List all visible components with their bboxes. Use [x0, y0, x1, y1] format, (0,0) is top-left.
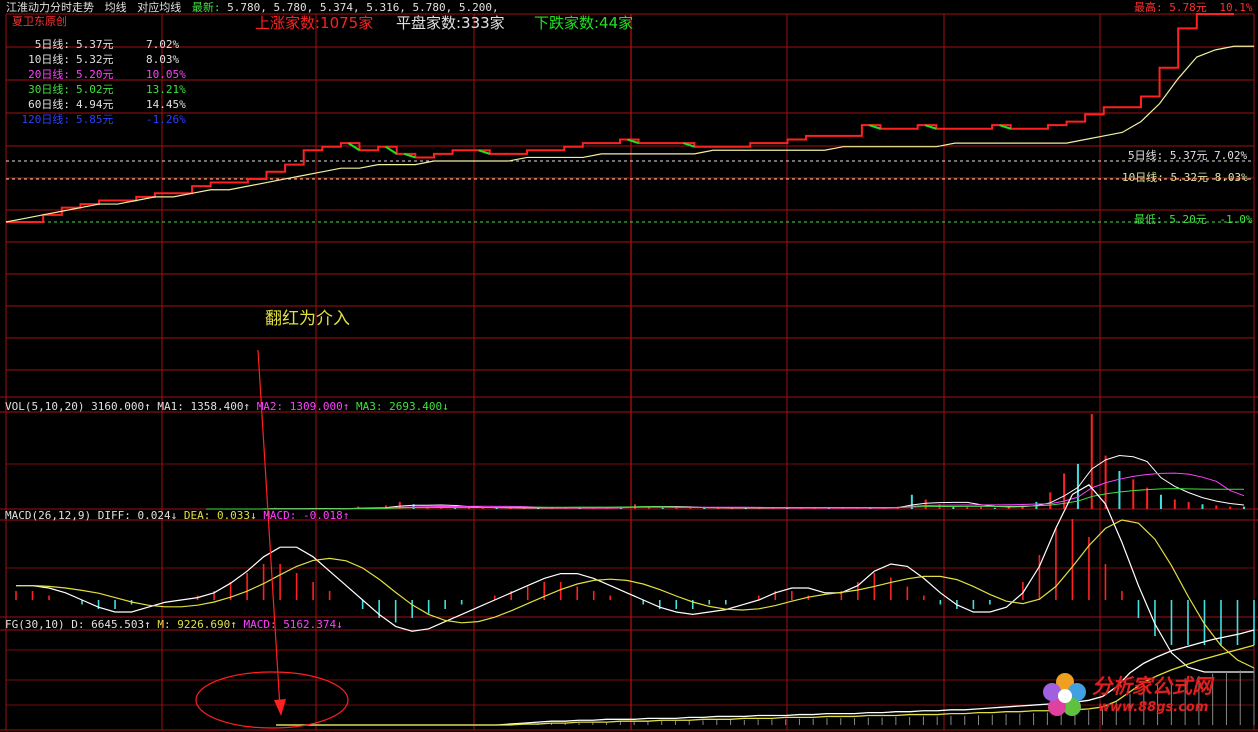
ma-row-price: 4.94元: [76, 98, 114, 111]
high-pct: 10.1%: [1219, 1, 1253, 14]
ma-row-price: 5.32元: [76, 53, 114, 66]
ma-row-label: 5日线:: [34, 38, 70, 51]
price-down-segment: [385, 145, 398, 155]
fg-macd: MACD: 5162.374↓: [243, 618, 343, 631]
price-down-segment: [347, 142, 361, 152]
advancers-count: 上涨家数:1075家: [255, 14, 374, 32]
price-panel: [5, 13, 1254, 223]
ma-row: 120日线: 5.85元 -1.26%: [8, 113, 186, 127]
chart-title: 江淮动力分时走势: [6, 1, 94, 14]
vol-ma2: MA2: 1309.000↑: [256, 400, 350, 413]
ma-row-label: 30日线:: [28, 83, 70, 96]
macd-diff: DIFF: 0.024↓: [97, 509, 178, 522]
decliners-count: 下跌家数:44家: [534, 14, 634, 32]
latest-label: 最新:: [191, 1, 221, 14]
flower-logo-icon: [1043, 673, 1086, 716]
ma5-value: 5.37元: [1169, 149, 1208, 162]
arrow-head-icon: [274, 699, 286, 716]
ma-row-pct: 10.05%: [146, 68, 186, 81]
ma5-label: 5日线:: [1128, 149, 1164, 162]
volume-ma-line: [206, 455, 1245, 510]
ma-row: 10日线: 5.32元 8.03%: [8, 53, 179, 67]
high-label: 最高:: [1134, 1, 1163, 14]
macd-value: MACD: -0.018↑: [263, 509, 350, 522]
fg-header: FG(30,10) D: 6645.503↑ M: 9226.690↑ MACD…: [5, 618, 343, 632]
latest-values: 5.780, 5.780, 5.374, 5.316, 5.780, 5.200…: [227, 1, 499, 14]
vol-value: 3160.000↑: [91, 400, 151, 413]
ma5-readout: 5日线: 5.37元 7.02%: [1128, 149, 1247, 163]
annotation-text: 翻红为介入: [265, 309, 350, 329]
header-bar: 江淮动力分时走势 均线 对应均线 最新: 5.780, 5.780, 5.374…: [6, 1, 499, 15]
low-pct: -1.0%: [1219, 213, 1253, 226]
ma-row: 5日线: 5.37元 7.02%: [8, 38, 179, 52]
ma-row-label: 20日线:: [28, 68, 70, 81]
ma-row-price: 5.02元: [76, 83, 114, 96]
macd-header: MACD(26,12,9) DIFF: 0.024↓ DEA: 0.033↓ M…: [5, 509, 349, 523]
volume-ma-line: [206, 488, 1244, 510]
flat-count: 平盘家数:333家: [396, 14, 505, 32]
ma-row-label: 60日线:: [28, 98, 70, 111]
vol-ma3: MA3: 2693.400↓: [356, 400, 449, 413]
tab-ma[interactable]: 均线: [105, 1, 127, 14]
watermark: 分析家公式网 www.88gs.com: [1040, 666, 1250, 726]
ma-row-pct: 14.45%: [146, 98, 186, 111]
ma-row-pct: 7.02%: [146, 38, 180, 51]
ma10-label: 10日线:: [1122, 171, 1164, 184]
macd-line: [16, 519, 1255, 669]
macd-dea: DEA: 0.033↓: [183, 509, 257, 522]
source-label: 夏卫东原创: [12, 15, 67, 28]
ma-row: 60日线: 4.94元 14.45%: [8, 98, 186, 112]
ma-row-pct: 8.03%: [146, 53, 180, 66]
macd-name: MACD(26,12,9): [5, 509, 92, 522]
avg-price-line: [5, 45, 1254, 223]
ma10-pct: 8.03%: [1214, 171, 1248, 184]
high-readout: 最高: 5.78元 10.1%: [1134, 1, 1253, 15]
ma-row-label: 120日线:: [21, 113, 71, 126]
ma-row-price: 5.37元: [76, 38, 114, 51]
tab-corresponding-ma[interactable]: 对应均线: [137, 1, 181, 14]
fg-name: FG(30,10): [5, 618, 65, 631]
high-value: 5.78元: [1169, 1, 1207, 14]
ma-row-price: 5.85元: [76, 113, 114, 126]
fg-d: D: 6645.503↑: [71, 618, 151, 631]
ma5-pct: 7.02%: [1214, 149, 1248, 162]
ma10-readout: 10日线: 5.32元 8.03%: [1122, 171, 1248, 185]
watermark-url: www.88gs.com: [1098, 700, 1209, 715]
volume-ma-line: [206, 472, 1245, 510]
watermark-title: 分析家公式网: [1092, 674, 1212, 698]
low-value: 5.20元: [1169, 213, 1207, 226]
vol-ma1: MA1: 1358.400↑: [157, 400, 251, 413]
volume-panel: [206, 414, 1245, 510]
price-line: [6, 13, 1234, 223]
ma-row: 20日线: 5.20元 10.05%: [8, 68, 186, 82]
ma-row-pct: -1.26%: [146, 113, 186, 126]
ma10-value: 5.32元: [1170, 171, 1209, 184]
fg-m: M: 9226.690↑: [157, 618, 237, 631]
annotation-ellipse: [195, 671, 349, 729]
vol-header: VOL(5,10,20) 3160.000↑ MA1: 1358.400↑ MA…: [5, 400, 449, 414]
ma-row-pct: 13.21%: [146, 83, 186, 96]
ma-row-label: 10日线:: [28, 53, 70, 66]
ma-row-price: 5.20元: [76, 68, 114, 81]
vol-name: VOL(5,10,20): [5, 400, 85, 413]
low-label: 最低:: [1134, 213, 1163, 226]
low-readout: 最低: 5.20元 -1.0%: [1134, 213, 1253, 227]
ma-row: 30日线: 5.02元 13.21%: [8, 83, 186, 97]
